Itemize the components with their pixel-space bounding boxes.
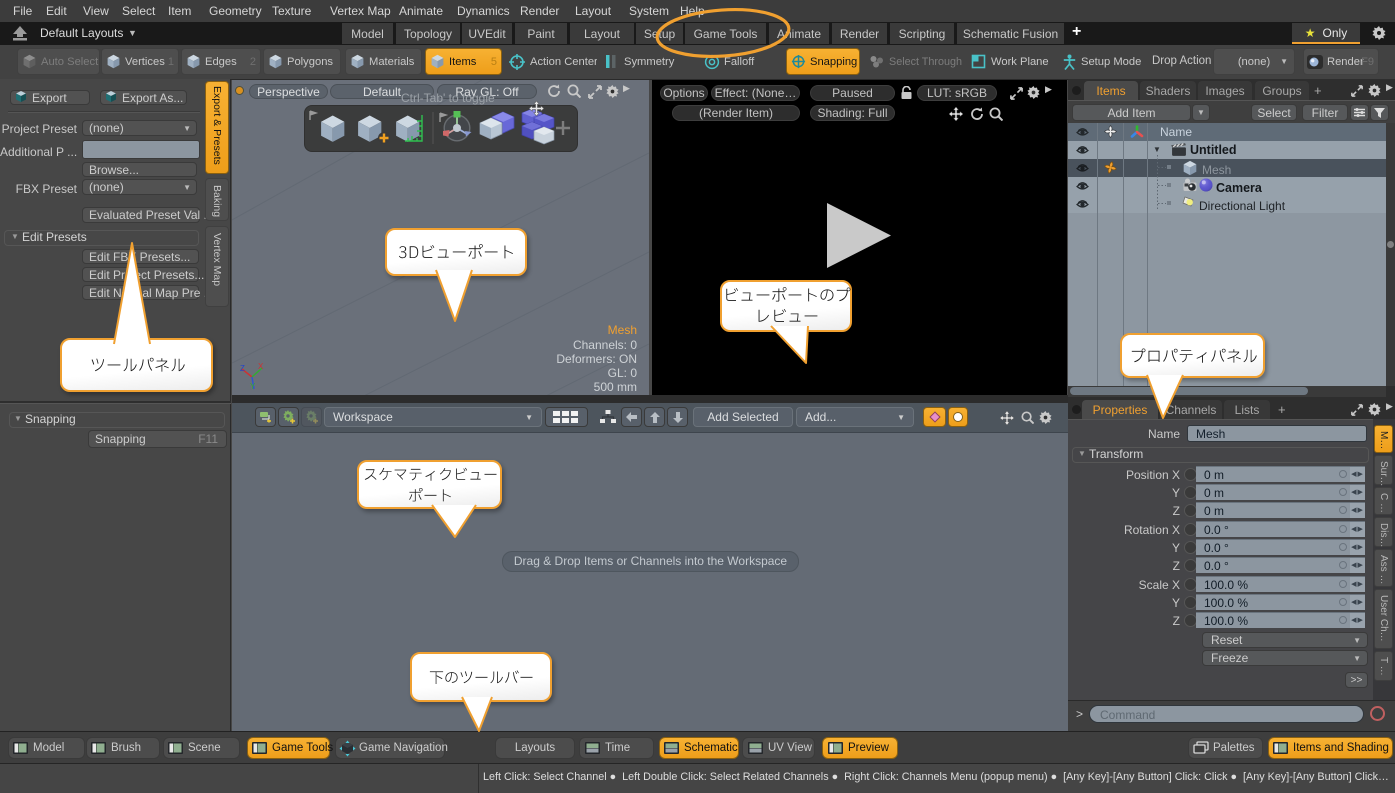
svg-text:X: X xyxy=(258,362,264,371)
svg-text:Z: Z xyxy=(240,364,245,373)
svg-text:Y: Y xyxy=(250,382,256,391)
